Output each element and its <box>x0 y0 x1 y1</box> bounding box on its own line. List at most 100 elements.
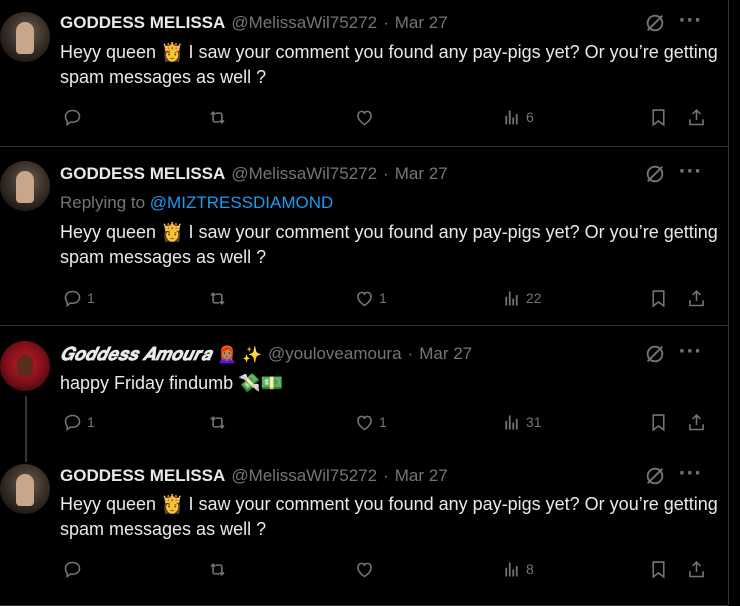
tweet-text: Heyy queen 👸 I saw your comment you foun… <box>60 222 718 267</box>
tweet-text: Heyy queen 👸 I saw your comment you foun… <box>60 42 718 87</box>
view-count: 22 <box>526 290 542 306</box>
more-options-button[interactable]: ··· <box>678 463 702 484</box>
tweet-actions: 8 <box>60 558 720 580</box>
author-name[interactable]: 𝑮𝒐𝒅𝒅𝒆𝒔𝒔 𝑨𝒎𝒐𝒖𝒓𝒂 <box>60 344 211 365</box>
grok-icon[interactable] <box>644 12 666 34</box>
views-chart-icon <box>505 291 518 305</box>
views-button[interactable]: 31 <box>501 411 542 433</box>
repost-button[interactable] <box>207 411 228 433</box>
author-name[interactable]: GODDESS MELISSA <box>60 164 225 184</box>
tweet[interactable]: 𝑮𝒐𝒅𝒅𝒆𝒔𝒔 𝑨𝒎𝒐𝒖𝒓𝒂 👩🏽‍🦰 ✨ @youloveamoura · M… <box>0 326 728 462</box>
author-name[interactable]: GODDESS MELISSA <box>60 13 225 33</box>
grok-icon[interactable] <box>644 343 666 365</box>
tweet-header: GODDESS MELISSA @MelissaWil75272 · Mar 2… <box>60 12 448 34</box>
reply-count: 1 <box>87 414 95 430</box>
bookmark-button[interactable] <box>648 558 669 580</box>
views-chart-icon <box>505 110 518 124</box>
views-chart-icon <box>505 562 518 576</box>
reply-icon <box>64 414 81 431</box>
view-count: 8 <box>526 561 534 577</box>
bookmark-icon <box>652 413 665 432</box>
reply-button[interactable]: 1 <box>62 287 95 309</box>
tweet[interactable]: GODDESS MELISSA @MelissaWil75272 · Mar 2… <box>0 147 728 326</box>
timestamp[interactable]: Mar 27 <box>395 13 448 33</box>
grok-icon[interactable] <box>644 465 666 487</box>
tweet-header: GODDESS MELISSA @MelissaWil75272 · Mar 2… <box>60 163 448 185</box>
replying-to-label: Replying to <box>60 193 146 212</box>
bookmark-button[interactable] <box>648 287 669 309</box>
bookmark-icon <box>652 289 665 308</box>
column-border <box>728 0 729 605</box>
heart-icon <box>357 291 372 306</box>
like-button[interactable]: 1 <box>354 287 387 309</box>
separator-dot: · <box>383 13 389 32</box>
timeline: GODDESS MELISSA @MelissaWil75272 · Mar 2… <box>0 0 728 606</box>
view-count: 31 <box>526 414 542 430</box>
author-name-emoji: 👩🏽‍🦰 ✨ <box>217 344 263 364</box>
tweet-text: Heyy queen 👸 I saw your comment you foun… <box>60 494 718 539</box>
timestamp[interactable]: Mar 27 <box>395 466 448 486</box>
reply-button[interactable]: 1 <box>62 411 95 433</box>
repost-icon <box>210 562 225 576</box>
tweet-text: happy Friday findumb 💸💵 <box>60 373 283 393</box>
views-button[interactable]: 22 <box>501 287 542 309</box>
avatar[interactable] <box>0 161 50 211</box>
tweet-actions: 6 <box>60 106 720 128</box>
share-icon <box>689 413 704 430</box>
views-chart-icon <box>505 415 518 429</box>
reply-icon <box>64 290 81 307</box>
like-button[interactable] <box>354 106 379 128</box>
share-button[interactable] <box>686 411 707 433</box>
like-count: 1 <box>379 414 387 430</box>
separator-dot: · <box>407 344 414 363</box>
bookmark-button[interactable] <box>648 106 669 128</box>
heart-icon <box>357 415 372 430</box>
avatar[interactable] <box>0 341 50 391</box>
bookmark-button[interactable] <box>648 411 669 433</box>
reply-count: 1 <box>87 290 95 306</box>
timestamp[interactable]: Mar 27 <box>395 164 448 184</box>
like-button[interactable]: 1 <box>354 411 387 433</box>
more-options-button[interactable]: ··· <box>678 341 702 362</box>
repost-button[interactable] <box>207 287 228 309</box>
timestamp[interactable]: Mar 27 <box>419 344 472 364</box>
avatar[interactable] <box>0 464 50 514</box>
author-handle[interactable]: @MelissaWil75272 <box>231 164 377 184</box>
reply-button[interactable] <box>62 558 87 580</box>
grok-icon[interactable] <box>644 163 666 185</box>
share-button[interactable] <box>686 106 707 128</box>
views-button[interactable]: 8 <box>501 558 534 580</box>
like-button[interactable] <box>354 558 379 580</box>
share-icon <box>689 289 704 306</box>
author-name[interactable]: GODDESS MELISSA <box>60 466 225 486</box>
share-button[interactable] <box>686 287 707 309</box>
separator-dot: · <box>383 466 389 485</box>
tweet-actions: 1 1 22 <box>60 287 720 309</box>
author-handle[interactable]: @youloveamoura <box>268 344 402 364</box>
replying-to: Replying to @MIZTRESSDIAMOND <box>60 193 333 213</box>
author-handle[interactable]: @MelissaWil75272 <box>231 466 377 486</box>
repost-button[interactable] <box>207 106 228 128</box>
avatar[interactable] <box>0 12 50 62</box>
heart-icon <box>357 110 372 125</box>
reply-button[interactable] <box>62 106 87 128</box>
like-count: 1 <box>379 290 387 306</box>
author-handle[interactable]: @MelissaWil75272 <box>231 13 377 33</box>
repost-button[interactable] <box>207 558 228 580</box>
thread-connector <box>25 396 27 462</box>
replying-to-link[interactable]: @MIZTRESSDIAMOND <box>150 193 333 212</box>
repost-icon <box>210 110 225 124</box>
bookmark-icon <box>652 560 665 579</box>
tweet-header: GODDESS MELISSA @MelissaWil75272 · Mar 2… <box>60 465 448 487</box>
separator-dot: · <box>383 164 389 183</box>
reply-icon <box>64 109 81 126</box>
tweet[interactable]: GODDESS MELISSA @MelissaWil75272 · Mar 2… <box>0 461 728 606</box>
share-button[interactable] <box>686 558 707 580</box>
tweet-header: 𝑮𝒐𝒅𝒅𝒆𝒔𝒔 𝑨𝒎𝒐𝒖𝒓𝒂 👩🏽‍🦰 ✨ @youloveamoura · M… <box>60 343 472 365</box>
tweet[interactable]: GODDESS MELISSA @MelissaWil75272 · Mar 2… <box>0 0 728 147</box>
more-options-button[interactable]: ··· <box>678 161 702 182</box>
share-icon <box>689 560 704 577</box>
reply-icon <box>64 561 81 578</box>
more-options-button[interactable]: ··· <box>678 10 702 31</box>
views-button[interactable]: 6 <box>501 106 534 128</box>
